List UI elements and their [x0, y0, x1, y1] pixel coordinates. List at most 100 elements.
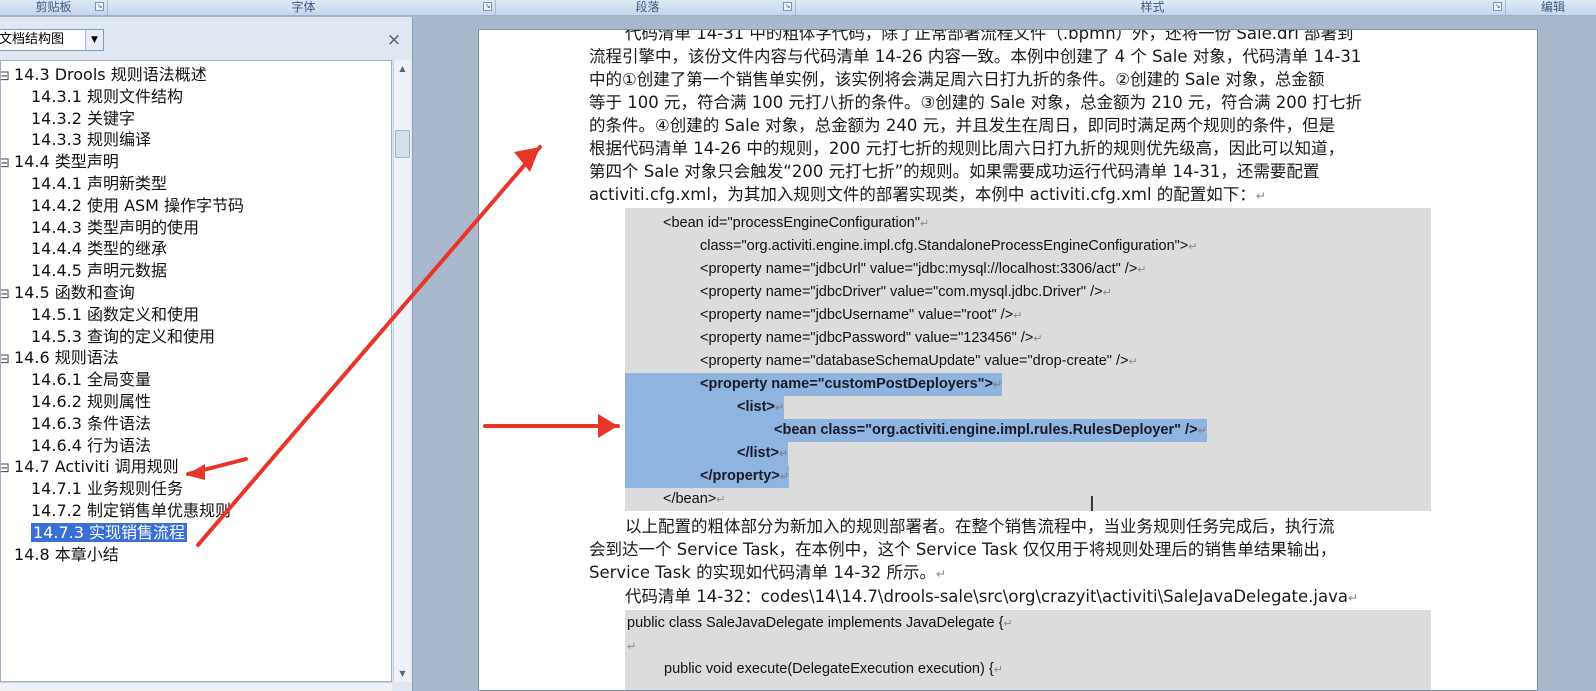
dialog-launcher-icon[interactable]: ↘ — [1493, 2, 1502, 11]
tree-item[interactable]: 14.8 本章小结 — [14, 544, 119, 566]
code-line: ↵ — [627, 635, 636, 658]
line-text: 会到达一个 Service Task，在本例中，这个 Service Task … — [589, 540, 1337, 559]
document-map-tree: ⊟ 14.3 Drools 规则语法概述 14.3.1 规则文件结构 14.3.2 关… — [0, 60, 392, 682]
paragraph-mark: ↵ — [1188, 241, 1198, 253]
tree-item-label: 14.6.2 规则属性 — [31, 392, 151, 411]
paragraph-mark: ↵ — [1003, 618, 1013, 630]
line-text: public void execute(DelegateExecution ex… — [664, 661, 994, 677]
tree-item-label: 14.5.1 函数定义和使用 — [31, 304, 199, 324]
ribbon-group-clipboard[interactable]: 剪贴板 ↘ — [0, 0, 108, 16]
document-map-header: 文档结构图 ▼ × — [0, 29, 413, 53]
tree-item[interactable]: 14.4.5 声明元数据 — [31, 260, 167, 282]
ibeam-cursor-icon: I — [1089, 492, 1095, 516]
close-icon[interactable]: × — [384, 29, 404, 51]
tree-item[interactable]: 14.4.2 使用 ASM 操作字节码 — [31, 195, 244, 217]
word-window: 剪贴板 ↘ 字体 ↘ 段落 ↘ 样式 ↘ 编辑 文档结构图 ▼ × ⊟ 14.3 … — [0, 0, 1596, 691]
document-page[interactable]: 代码清单 14-31 中的粗体字代码，除了正常部署流程文件（.bpmn）外，还将… — [478, 29, 1538, 691]
paragraph-mark: ↵ — [716, 494, 726, 506]
paragraph-mark: ↵ — [779, 471, 789, 483]
tree-item[interactable]: 14.7.3 实现销售流程 — [31, 522, 187, 544]
tree-item[interactable]: 14.7.1 业务规则任务 — [31, 478, 183, 500]
tree-item[interactable]: ⊟ 14.5 函数和查询 — [1, 282, 135, 306]
collapse-toggle-icon[interactable]: ⊟ — [1, 458, 10, 480]
tree-item-label: 14.4.1 声明新类型 — [31, 174, 167, 193]
tree-item[interactable]: ⊟ 14.3 Drools 规则语法概述 — [1, 64, 207, 88]
line-text: 流程引擎中，该份文件内容与代码清单 14-26 内容一致。本例中创建了 4 个 … — [589, 47, 1362, 66]
scroll-up-icon[interactable]: ▲ — [394, 60, 411, 77]
tree-item[interactable]: 14.4.4 类型的继承 — [31, 238, 167, 260]
chevron-down-icon[interactable]: ▼ — [85, 30, 103, 50]
vertical-scrollbar[interactable]: ▲ ▼ — [393, 60, 411, 682]
tree-item[interactable]: 14.4.1 声明新类型 — [31, 173, 167, 195]
tree-item[interactable]: 14.3.3 规则编译 — [31, 129, 151, 151]
tree-item[interactable]: ⊟ 14.7 Activiti 调用规则 — [1, 456, 179, 480]
tree-item-label: 14.4.5 声明元数据 — [31, 261, 167, 281]
body-text-line: 以上配置的粗体部分为新加入的规则部署者。在整个销售流程中，当业务规则任务完成后，… — [625, 515, 1429, 538]
body-text-line: 代码清单 14-31 中的粗体字代码，除了正常部署流程文件（.bpmn）外，还将… — [625, 30, 1465, 45]
tree-item-label: 14.4.2 使用 ASM 操作字节码 — [31, 195, 245, 215]
horizontal-scrollbar[interactable] — [0, 682, 392, 691]
tree-item[interactable]: 14.5.3 查询的定义和使用 — [31, 326, 215, 348]
ribbon-group-font[interactable]: 字体 ↘ — [112, 0, 496, 16]
ribbon-group-bar: 剪贴板 ↘ 字体 ↘ 段落 ↘ 样式 ↘ 编辑 — [0, 0, 1596, 16]
paragraph-mark: ↵ — [936, 567, 947, 581]
body-text-line: 流程引擎中，该份文件内容与代码清单 14-26 内容一致。本例中创建了 4 个 … — [589, 45, 1429, 68]
line-text: 第四个 Sale 对象只会触发“200 元打七折”的规则。如果需要成功运行代码清… — [589, 162, 1320, 181]
dialog-launcher-icon[interactable]: ↘ — [783, 2, 792, 11]
line-text: 以上配置的粗体部分为新加入的规则部署者。在整个销售流程中，当业务规则任务完成后，… — [625, 517, 1335, 536]
paragraph-mark: ↵ — [919, 218, 930, 230]
tree-item[interactable]: 14.6.4 行为语法 — [31, 435, 151, 457]
code-line: <property name="jdbcUrl" value="jdbc:mys… — [700, 258, 1147, 281]
view-select[interactable]: 文档结构图 ▼ — [0, 29, 104, 51]
line-text: activiti.cfg.xml，为其加入规则文件的部署实现类，本例中 acti… — [589, 185, 1256, 204]
tree-item-label: 14.7.2 制定销售单优惠规则 — [31, 501, 231, 520]
paragraph-mark: ↵ — [1197, 425, 1207, 437]
line-text: <property name="jdbcUrl" value="jdbc:mys… — [700, 261, 1138, 277]
ribbon-group-label: 样式 — [1140, 0, 1165, 14]
document-area: 代码清单 14-31 中的粗体字代码，除了正常部署流程文件（.bpmn）外，还将… — [414, 17, 1596, 691]
tree-item[interactable]: ⊟ 14.4 类型声明 — [1, 151, 119, 175]
tree-item[interactable]: 14.5.1 函数定义和使用 — [31, 304, 199, 326]
code-line: </list>↵ — [625, 442, 789, 465]
line-text: <property name="jdbcDriver" value="com.m… — [700, 284, 1103, 300]
paragraph-mark: ↵ — [1033, 333, 1043, 345]
tree-item[interactable]: 14.3.2 关键字 — [31, 108, 135, 130]
code-line: <property name="customPostDeployers">↵ — [625, 373, 1003, 396]
tree-item[interactable]: ⊟ 14.6 规则语法 — [1, 347, 119, 371]
tree-item-label: 14.5.3 查询的定义和使用 — [31, 326, 215, 346]
body-text-line: 等于 100 元，符合满 100 元打八折的条件。③创建的 Sale 对象，总金… — [589, 91, 1429, 114]
code-line: <property name="databaseSchemaUpdate" va… — [700, 350, 1138, 373]
tree-item[interactable]: 14.6.3 条件语法 — [31, 413, 151, 435]
tree-item[interactable]: 14.7.2 制定销售单优惠规则 — [31, 500, 231, 522]
collapse-toggle-icon[interactable]: ⊟ — [1, 284, 10, 306]
ribbon-group-paragraph[interactable]: 段落 ↘ — [500, 0, 796, 16]
collapse-toggle-icon[interactable]: ⊟ — [1, 153, 10, 175]
tree-item-label: 14.6.4 行为语法 — [31, 435, 151, 455]
code-line: <bean id="processEngineConfiguration"↵ — [663, 212, 929, 235]
dialog-launcher-icon[interactable]: ↘ — [483, 2, 492, 11]
ribbon-group-label: 段落 — [635, 0, 660, 14]
line-text: </property> — [700, 468, 780, 484]
paragraph-mark: ↵ — [1137, 264, 1147, 276]
tree-item[interactable]: 14.3.1 规则文件结构 — [31, 86, 183, 108]
collapse-toggle-icon[interactable]: ⊟ — [1, 349, 10, 371]
code-line: </bean>↵ — [663, 488, 725, 511]
body-text-line: 中的①创建了第一个销售单实例，该实例将会满足周六日打九折的条件。②创建的 Sal… — [589, 68, 1429, 91]
scroll-down-icon[interactable]: ▼ — [394, 665, 411, 682]
code-line: public void execute(DelegateExecution ex… — [664, 658, 1003, 681]
line-text: <property name="customPostDeployers"> — [700, 376, 993, 392]
tree-item-label: 14.5 函数和查询 — [14, 283, 135, 302]
line-text: <property name="jdbcPassword" value="123… — [700, 330, 1034, 346]
scroll-thumb[interactable] — [395, 130, 410, 158]
tree-item[interactable]: 14.6.2 规则属性 — [31, 391, 151, 413]
code-caption: 代码清单 14-32：codes\14\14.7\drools-sale\src… — [625, 585, 1445, 610]
code-line: <property name="jdbcPassword" value="123… — [700, 327, 1043, 350]
tree-item-label: 14.6.3 条件语法 — [31, 413, 151, 433]
dialog-launcher-icon[interactable]: ↘ — [95, 2, 104, 11]
ribbon-group-label: 编辑 — [1540, 0, 1565, 14]
ribbon-group-styles[interactable]: 样式 ↘ — [800, 0, 1506, 16]
collapse-toggle-icon[interactable]: ⊟ — [1, 66, 10, 88]
tree-item[interactable]: 14.6.1 全局变量 — [31, 369, 151, 391]
ribbon-group-editing[interactable]: 编辑 — [1510, 0, 1596, 16]
tree-item[interactable]: 14.4.3 类型声明的使用 — [31, 217, 199, 239]
